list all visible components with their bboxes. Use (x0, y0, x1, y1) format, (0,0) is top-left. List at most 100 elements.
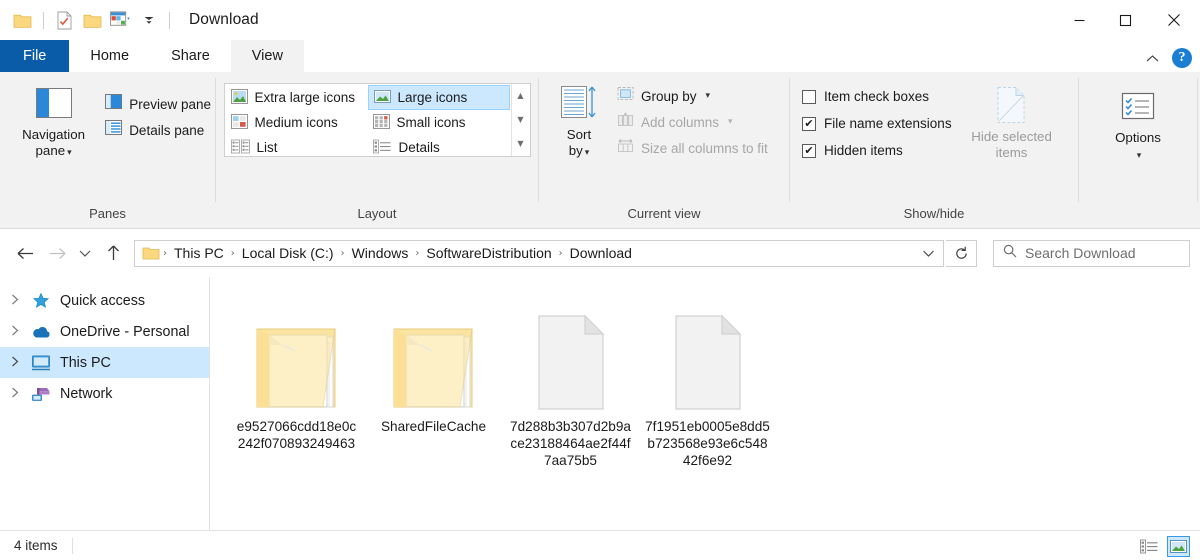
item-check-boxes-row[interactable]: Item check boxes (802, 83, 952, 110)
properties-checklist-icon[interactable] (54, 10, 75, 31)
sidebar-item-network[interactable]: Network (0, 378, 209, 409)
breadcrumb-separator-3[interactable]: › (414, 248, 420, 259)
chevron-right-icon[interactable] (8, 294, 22, 308)
refresh-button[interactable] (946, 239, 977, 267)
add-columns-caret[interactable]: ▾ (728, 117, 733, 127)
breadcrumb-bar[interactable]: › This PC › Local Disk (C:) › Windows › … (134, 239, 944, 267)
gallery-scroll-up-icon[interactable]: ▲ (517, 92, 523, 100)
breadcrumb-separator-2[interactable]: › (340, 248, 346, 259)
maximize-button[interactable] (1102, 0, 1148, 40)
file-name-extensions-checkbox[interactable]: ✔ (802, 116, 816, 131)
forward-button[interactable] (42, 238, 72, 268)
group-by-caret[interactable]: ▾ (706, 91, 711, 101)
gallery-expand-icon[interactable]: ▼ (517, 140, 523, 148)
details-pane-button[interactable]: Details pane (101, 117, 215, 143)
nav-pane-caret[interactable]: ▾ (67, 148, 72, 158)
gallery-item-details[interactable]: Details (368, 135, 510, 160)
new-folder-icon[interactable] (82, 10, 103, 31)
file-name-extensions-label: File name extensions (824, 116, 952, 131)
breadcrumb-dropdown-icon[interactable] (915, 249, 941, 258)
search-input[interactable]: Search Download (1025, 245, 1136, 261)
ribbon-tabs-right: ? (1144, 48, 1192, 68)
tab-view[interactable]: View (230, 40, 304, 72)
navigation-pane-button[interactable]: Navigation pane ▾ (12, 81, 95, 161)
close-button[interactable] (1148, 0, 1200, 40)
list-view-icon (230, 139, 250, 157)
gallery-label-small-icons: Small icons (396, 115, 466, 130)
breadcrumb-separator-1[interactable]: › (230, 248, 236, 259)
help-icon[interactable]: ? (1172, 48, 1192, 68)
file-item-0[interactable]: e9527066cdd18e0c242f070893249463 (228, 299, 365, 469)
search-box[interactable]: Search Download (993, 239, 1190, 267)
sort-by-caret[interactable]: ▾ (585, 148, 590, 158)
gallery-label-details: Details (398, 140, 440, 155)
gallery-item-list[interactable]: List (226, 135, 368, 160)
sidebar-item-quick-access[interactable]: Quick access (0, 285, 209, 316)
preview-pane-label: Preview pane (129, 96, 211, 112)
breadcrumb-item-this-pc[interactable]: This PC (169, 245, 229, 261)
file-list-view[interactable]: e9527066cdd18e0c242f070893249463 SharedF… (210, 277, 1200, 530)
hidden-items-checkbox[interactable]: ✔ (802, 143, 816, 158)
item-check-boxes-checkbox[interactable] (802, 89, 816, 104)
hide-selected-line1: Hide selected (971, 129, 1052, 144)
file-item-3[interactable]: 7f1951eb0005e8dd5b723568e93e6c54842f6e92 (639, 299, 776, 469)
breadcrumb-separator-0[interactable]: › (162, 248, 168, 259)
chevron-right-icon[interactable] (8, 387, 22, 401)
sidebar-item-onedrive[interactable]: OneDrive - Personal (0, 316, 209, 347)
file-name-extensions-row[interactable]: ✔ File name extensions (802, 110, 952, 137)
breadcrumb-separator-4[interactable]: › (558, 248, 564, 259)
qat-dropdown-icon[interactable] (138, 10, 159, 31)
hide-selected-items-button[interactable]: Hide selected items (962, 81, 1062, 161)
hidden-items-row[interactable]: ✔ Hidden items (802, 137, 952, 164)
size-all-columns-button[interactable]: Size all columns to fit (613, 135, 772, 161)
item-count: 4 items (14, 538, 58, 553)
folder-icon[interactable] (12, 10, 33, 31)
tab-home[interactable]: Home (69, 40, 150, 72)
sort-by-button[interactable]: Sort by ▾ (549, 81, 609, 161)
chevron-right-icon[interactable] (8, 325, 22, 339)
gallery-item-small-icons[interactable]: Small icons (368, 110, 510, 135)
ribbon-separator-5 (1197, 78, 1198, 202)
options-button[interactable]: Options ▾ (1094, 84, 1182, 164)
sidebar-item-this-pc[interactable]: This PC (0, 347, 209, 378)
gallery-scrollbar[interactable]: ▲ ▼ ▼ (510, 84, 530, 156)
group-by-button[interactable]: Group by ▾ (613, 83, 772, 109)
options-caret[interactable]: ▾ (1137, 151, 1142, 161)
tab-share[interactable]: Share (150, 40, 231, 72)
breadcrumb-item-softwaredistribution[interactable]: SoftwareDistribution (421, 245, 556, 261)
gallery-item-large-icons[interactable]: Large icons (367, 85, 510, 110)
ribbon-tabs: File Home Share View ? (0, 40, 1200, 72)
large-icons-view-toggle[interactable] (1167, 535, 1190, 557)
breadcrumb-item-download[interactable]: Download (565, 245, 637, 261)
back-button[interactable] (10, 238, 40, 268)
group-by-label: Group by (641, 88, 697, 104)
details-pane-icon (105, 120, 123, 140)
layout-group-label: Layout (357, 206, 397, 221)
minimize-button[interactable] (1056, 0, 1102, 40)
gallery-label-list: List (256, 140, 278, 155)
this-pc-monitor-icon (31, 353, 51, 373)
tab-file[interactable]: File (0, 40, 70, 72)
add-columns-button[interactable]: Add columns ▾ (613, 109, 772, 135)
extra-large-icons-icon (230, 88, 248, 107)
details-view-toggle[interactable] (1138, 536, 1161, 557)
customize-qat-icon[interactable] (110, 10, 131, 31)
collapse-ribbon-icon[interactable] (1144, 50, 1160, 66)
file-item-2[interactable]: 7d288b3b307d2b9ace23188464ae2f44f7aa75b5 (502, 299, 639, 469)
gallery-item-medium-icons[interactable]: Medium icons (226, 110, 368, 135)
navigation-pane-icon (35, 83, 72, 123)
current-view-group-label: Current view (627, 206, 701, 221)
preview-pane-button[interactable]: Preview pane (101, 91, 215, 117)
breadcrumb-item-windows[interactable]: Windows (347, 245, 414, 261)
options-label: Options ▾ (1115, 130, 1161, 164)
up-button[interactable] (98, 238, 128, 268)
file-item-1[interactable]: SharedFileCache (365, 299, 502, 469)
details-view-icon (372, 139, 392, 157)
recent-locations-button[interactable] (74, 238, 96, 268)
breadcrumb-folder-icon (141, 244, 160, 263)
gallery-scroll-down-icon[interactable]: ▼ (517, 116, 523, 124)
gallery-item-extra-large-icons[interactable]: Extra large icons (226, 85, 368, 110)
chevron-right-icon[interactable] (8, 356, 22, 370)
breadcrumb-item-local-disk[interactable]: Local Disk (C:) (237, 245, 339, 261)
hidden-items-label: Hidden items (824, 143, 903, 158)
